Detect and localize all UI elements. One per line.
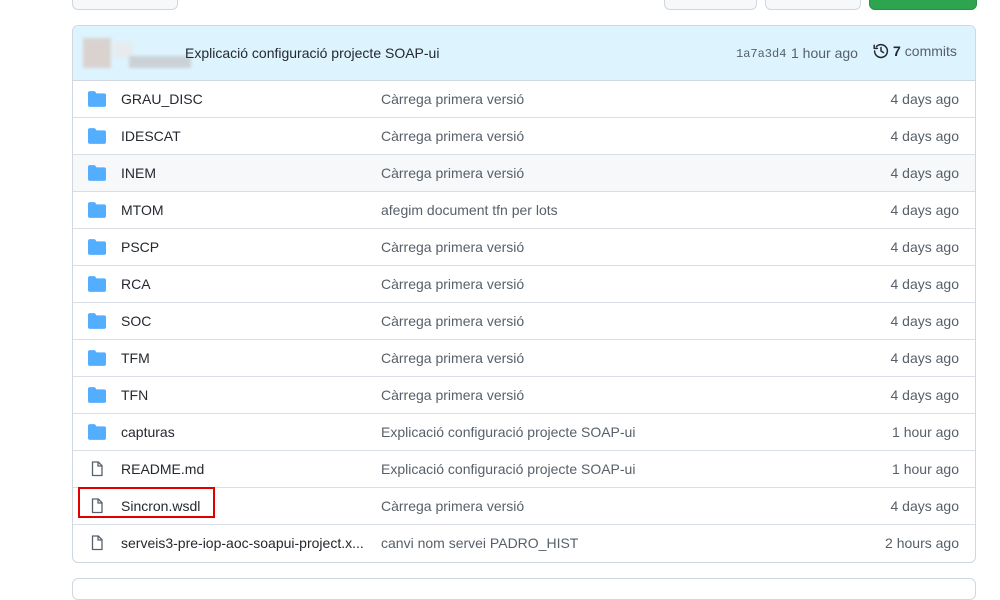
file-commit-message[interactable]: Càrrega primera versió: [381, 128, 524, 144]
file-browser: Explicació configuració projecte SOAP-ui…: [72, 25, 976, 563]
file-commit-message[interactable]: Càrrega primera versió: [381, 350, 524, 366]
file-name[interactable]: MTOM: [121, 202, 164, 218]
file-name[interactable]: TFN: [121, 387, 148, 403]
folder-icon: [88, 91, 106, 107]
folder-icon: [88, 424, 106, 440]
file-row[interactable]: serveis3-pre-iop-aoc-soapui-project.x...…: [73, 524, 975, 561]
top-button-partial[interactable]: [72, 0, 178, 10]
file-row[interactable]: PSCP Càrrega primera versió 4 days ago: [73, 228, 975, 265]
file-age: 4 days ago: [890, 165, 960, 181]
folder-icon: [88, 387, 106, 403]
file-icon: [91, 461, 103, 477]
file-name[interactable]: capturas: [121, 424, 175, 440]
file-name[interactable]: IDESCAT: [121, 128, 181, 144]
folder-icon: [88, 239, 106, 255]
file-commit-message[interactable]: afegim document tfn per lots: [381, 202, 558, 218]
top-button-goto-file[interactable]: [664, 0, 757, 10]
file-commit-message[interactable]: Càrrega primera versió: [381, 276, 524, 292]
file-age: 1 hour ago: [892, 424, 959, 440]
file-name[interactable]: SOC: [121, 313, 151, 329]
commits-link[interactable]: 7 commits: [873, 43, 957, 59]
file-age: 4 days ago: [890, 350, 960, 366]
file-age: 4 days ago: [890, 128, 960, 144]
file-age: 1 hour ago: [892, 461, 959, 477]
folder-icon: [88, 313, 106, 329]
file-row[interactable]: TFM Càrrega primera versió 4 days ago: [73, 339, 975, 376]
file-icon: [91, 535, 103, 551]
commit-sha[interactable]: 1a7a3d4: [736, 47, 786, 61]
commits-label: commits: [904, 43, 957, 59]
file-commit-message[interactable]: Càrrega primera versió: [381, 313, 524, 329]
file-name[interactable]: README.md: [121, 461, 204, 477]
commits-count: 7: [893, 43, 901, 59]
file-age: 4 days ago: [890, 313, 960, 329]
file-commit-message[interactable]: Explicació configuració projecte SOAP-ui: [381, 461, 635, 477]
avatar[interactable]: [83, 38, 191, 68]
file-age: 2 hours ago: [885, 535, 959, 551]
file-commit-message[interactable]: Càrrega primera versió: [381, 165, 524, 181]
history-icon: [873, 43, 889, 59]
commit-message[interactable]: Explicació configuració projecte SOAP-ui: [185, 45, 439, 61]
file-age: 4 days ago: [890, 202, 960, 218]
code-button[interactable]: [869, 0, 977, 10]
file-commit-message[interactable]: Càrrega primera versió: [381, 498, 524, 514]
commit-time: 1 hour ago: [791, 45, 858, 61]
highlight-box: [78, 487, 215, 518]
file-row[interactable]: SOC Càrrega primera versió 4 days ago: [73, 302, 975, 339]
file-commit-message[interactable]: Càrrega primera versió: [381, 91, 524, 107]
folder-icon: [88, 276, 106, 292]
file-commit-message[interactable]: Explicació configuració projecte SOAP-ui: [381, 424, 635, 440]
file-commit-message[interactable]: Càrrega primera versió: [381, 239, 524, 255]
folder-icon: [88, 350, 106, 366]
file-name[interactable]: serveis3-pre-iop-aoc-soapui-project.x...: [121, 535, 364, 551]
file-age: 4 days ago: [890, 276, 960, 292]
file-name[interactable]: INEM: [121, 165, 156, 181]
file-age: 4 days ago: [890, 91, 960, 107]
folder-icon: [88, 202, 106, 218]
folder-icon: [88, 128, 106, 144]
file-age: 4 days ago: [890, 387, 960, 403]
latest-commit-bar: Explicació configuració projecte SOAP-ui…: [73, 26, 975, 81]
top-button-add-file[interactable]: [765, 0, 861, 10]
file-age: 4 days ago: [890, 239, 960, 255]
file-row[interactable]: GRAU_DISC Càrrega primera versió 4 days ag…: [73, 81, 975, 117]
file-commit-message[interactable]: canvi nom servei PADRO_HIST: [381, 535, 578, 551]
file-row[interactable]: INEM Càrrega primera versió 4 days ago: [73, 154, 975, 191]
file-name[interactable]: RCA: [121, 276, 151, 292]
readme-box-partial: [72, 578, 976, 600]
folder-icon: [88, 165, 106, 181]
file-row[interactable]: TFN Càrrega primera versió 4 days ago: [73, 376, 975, 413]
file-row[interactable]: IDESCAT Càrrega primera versió 4 days ago: [73, 117, 975, 154]
file-commit-message[interactable]: Càrrega primera versió: [381, 387, 524, 403]
file-name[interactable]: TFM: [121, 350, 150, 366]
file-row[interactable]: capturas Explicació configuració projecte…: [73, 413, 975, 450]
file-name[interactable]: GRAU_DISC: [121, 91, 203, 107]
file-row[interactable]: README.md Explicació configuració project…: [73, 450, 975, 487]
file-row[interactable]: MTOM afegim document tfn per lots 4 days a…: [73, 191, 975, 228]
file-age: 4 days ago: [890, 498, 960, 514]
file-row[interactable]: RCA Càrrega primera versió 4 days ago: [73, 265, 975, 302]
file-name[interactable]: PSCP: [121, 239, 159, 255]
